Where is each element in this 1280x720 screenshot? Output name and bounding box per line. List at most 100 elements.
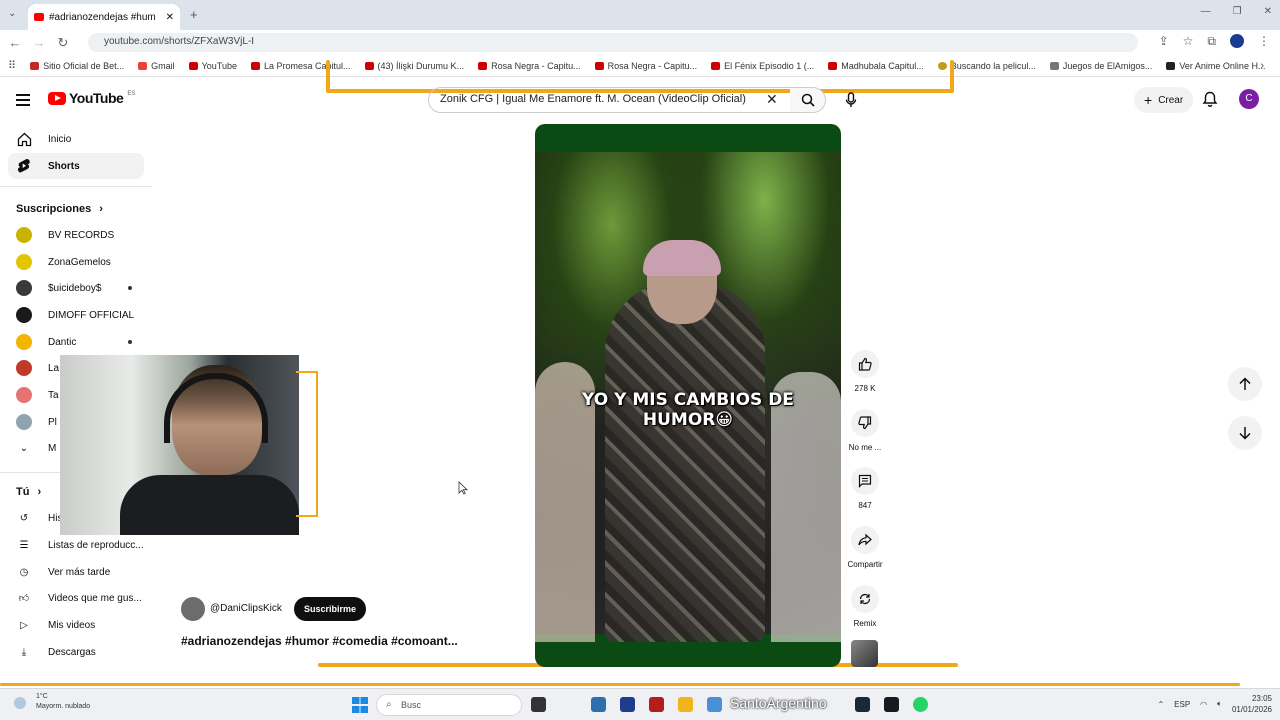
search-input[interactable]: Zonik CFG | Igual Me Enamore ft. M. Ocea… [428, 87, 792, 113]
subscribe-button[interactable]: Suscribirme [294, 597, 367, 621]
antivirus-icon[interactable] [649, 697, 664, 712]
like-button[interactable]: 278 K [846, 350, 884, 393]
shorts-player[interactable]: YO Y MIS CAMBIOS DE HUMOR😀 [535, 124, 841, 667]
bookmark-item[interactable]: Rosa Negra - Capitu... [594, 61, 697, 71]
install-icon[interactable]: ⇪ [1159, 34, 1169, 49]
bookmark-item[interactable]: Gmail [138, 61, 175, 71]
create-button[interactable]: + Crear [1134, 87, 1194, 113]
bookmark-item[interactable]: YouTube [188, 61, 237, 71]
comments-button[interactable]: 847 [846, 467, 884, 510]
plus-icon: + [1144, 92, 1153, 108]
menu-icon[interactable] [16, 94, 30, 106]
account-avatar[interactable]: C [1239, 89, 1259, 109]
minimize-icon[interactable]: — [1201, 6, 1211, 17]
shorts-icon [16, 158, 32, 174]
youtube-logo[interactable]: YouTube ES [48, 90, 135, 106]
wifi-icon[interactable]: ◠ [1200, 700, 1207, 709]
subscription-item[interactable]: DIMOFF OFFICIAL [8, 302, 144, 328]
sidebar-item-shorts[interactable]: Shorts [8, 153, 144, 179]
reload-icon[interactable]: ↻ [51, 35, 75, 51]
sidebar-item-watch-later[interactable]: ◷ Ver más tarde [8, 559, 144, 585]
remix-button[interactable]: Remix [846, 585, 884, 628]
maximize-icon[interactable]: ❐ [1233, 6, 1242, 17]
sidebar-item-downloads[interactable]: ⤓ Descargas [8, 639, 144, 665]
bookmark-item[interactable]: Rosa Negra - Capitu... [478, 61, 581, 71]
sidebar-divider [0, 186, 152, 187]
channel-avatar[interactable] [181, 597, 205, 621]
app-icon[interactable] [620, 697, 635, 712]
subscription-item[interactable]: Dantic [8, 329, 144, 355]
history-icon: ↺ [19, 512, 29, 524]
star-icon[interactable]: ☆ [1183, 34, 1194, 49]
app-icon[interactable] [855, 697, 870, 712]
subscription-item[interactable]: ZonaGemelos [8, 249, 144, 275]
channel-avatar [16, 387, 32, 403]
whatsapp-icon[interactable] [913, 697, 928, 712]
clear-search-icon[interactable]: ✕ [766, 91, 778, 108]
new-tab-icon[interactable]: + [190, 7, 198, 22]
more-bookmarks-icon[interactable]: › [1260, 60, 1264, 72]
app-icon[interactable] [591, 697, 606, 712]
volume-icon[interactable]: 🔈︎ [1217, 699, 1222, 709]
channel-name[interactable]: @DaniClipsKick [210, 603, 282, 614]
subscription-item[interactable]: $uicideboy$ [8, 275, 144, 301]
arrow-up-icon [1239, 377, 1251, 390]
extensions-icon[interactable]: ⧉ [1207, 34, 1216, 49]
subscriptions-header[interactable]: Suscripciones › [16, 203, 103, 215]
apps-grid-icon[interactable]: ⠿ [8, 59, 16, 72]
app-icon[interactable] [707, 697, 722, 712]
channel-avatar [16, 254, 32, 270]
sidebar-item-playlists[interactable]: ☰ Listas de reproducc... [8, 532, 144, 558]
clock-icon: ◷ [19, 566, 29, 578]
windows-taskbar: 1°C Mayorm. nublado ⌕ Busc ⌃ ESP ◠ 🔈︎ 23… [0, 688, 1280, 720]
tab-close-icon[interactable]: ✕ [166, 12, 174, 23]
profile-icon[interactable] [1230, 34, 1244, 48]
like-icon: 👍︎ [18, 593, 30, 604]
browser-menu-icon[interactable]: ⋮ [1258, 34, 1270, 49]
bookmark-item[interactable]: La Promesa Capitul... [251, 61, 351, 71]
taskbar-search[interactable]: ⌕ Busc [376, 694, 522, 716]
voice-search-button[interactable] [838, 87, 864, 113]
forward-icon[interactable]: → [27, 35, 51, 50]
next-short-button[interactable] [1228, 416, 1262, 450]
sidebar-item-my-videos[interactable]: ▷ Mis videos [8, 612, 144, 638]
sidebar-item-inicio[interactable]: Inicio [8, 126, 144, 152]
task-view-icon[interactable] [531, 697, 546, 712]
search-button[interactable] [790, 87, 826, 113]
bookmark-item[interactable]: El Fénix Episodio 1 (... [711, 61, 814, 71]
sound-thumbnail[interactable] [851, 640, 878, 667]
bookmark-item[interactable]: Madhubala Capitul... [828, 61, 924, 71]
bookmark-item[interactable]: Sitio Oficial de Bet... [30, 61, 124, 71]
tab-menu-icon[interactable]: ⌄ [8, 8, 16, 19]
stream-watermark: SantoArgentino [730, 695, 827, 711]
dislike-button[interactable]: No me ... [846, 409, 884, 452]
channel-avatar [16, 307, 32, 323]
notifications-bell-icon[interactable] [1202, 91, 1218, 108]
bookmark-item[interactable]: Juegos de ElAmigos... [1049, 61, 1152, 71]
video-main-person [605, 282, 765, 642]
search-icon: ⌕ [386, 699, 392, 710]
close-window-icon[interactable]: ✕ [1264, 6, 1272, 17]
tray-overflow-icon[interactable]: ⌃ [1157, 700, 1164, 709]
chevron-right-icon: › [99, 203, 103, 215]
sidebar-item-liked-videos[interactable]: 👍︎ Videos que me gus... [8, 585, 144, 611]
share-button[interactable]: Compartir [846, 526, 884, 569]
back-icon[interactable]: ← [3, 35, 27, 50]
browser-tab-active[interactable]: #adrianozendejas #hum ✕ [28, 4, 180, 30]
short-title[interactable]: #adrianozendejas #humor #comedia #comoan… [181, 634, 458, 648]
language-indicator[interactable]: ESP [1174, 700, 1190, 709]
bookmark-item[interactable]: (43) İlişki Durumu K... [364, 61, 464, 71]
file-explorer-icon[interactable] [678, 697, 693, 712]
clock[interactable]: 23:05 01/01/2026 [1232, 693, 1272, 715]
steam-icon[interactable] [884, 697, 899, 712]
windows-start-icon[interactable] [352, 697, 368, 713]
webcam-overlay [60, 355, 299, 535]
weather-widget[interactable]: 1°C Mayorm. nublado [12, 692, 90, 712]
url-field[interactable]: youtube.com/shorts/ZFXaW3VjL-I [88, 33, 1138, 52]
subscription-item[interactable]: BV RECORDS [8, 222, 144, 248]
tab-title: #adrianozendejas #hum [49, 11, 156, 23]
bookmark-item[interactable]: Ver Anime Online H... [1166, 61, 1265, 71]
you-header[interactable]: Tú › [16, 486, 41, 498]
video-frame[interactable]: YO Y MIS CAMBIOS DE HUMOR😀 [535, 152, 841, 642]
previous-short-button[interactable] [1228, 367, 1262, 401]
